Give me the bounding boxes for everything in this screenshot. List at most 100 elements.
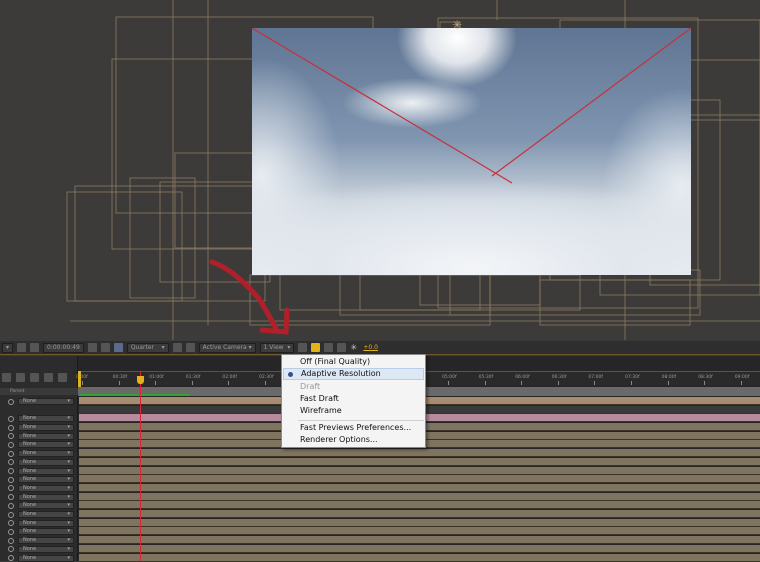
parent-dropdown[interactable]: None (18, 441, 74, 449)
pickwhip-icon[interactable] (8, 468, 14, 474)
exposure-value[interactable]: +0.0 (363, 344, 378, 351)
pickwhip-icon[interactable] (8, 450, 14, 457)
playhead-handle[interactable] (137, 376, 144, 384)
exposure-icon[interactable]: ✳ (350, 343, 359, 352)
toggle-pixel-aspect-icon[interactable] (298, 343, 308, 352)
layer-parent-row: None (8, 493, 74, 501)
magnification-dropdown[interactable]: ▾ (2, 342, 14, 353)
layer-parent-row: None (8, 398, 74, 405)
parent-dropdown[interactable]: None (18, 528, 74, 536)
fast-previews-icon[interactable] (311, 343, 321, 352)
menu-item[interactable]: Adaptive Resolution (283, 368, 424, 380)
parent-dropdown[interactable]: None (18, 502, 74, 510)
menu-item[interactable]: Fast Previews Preferences... (283, 422, 424, 434)
layer-duration-bar[interactable] (79, 553, 760, 562)
pickwhip-icon[interactable] (8, 520, 14, 527)
menu-item[interactable]: Renderer Options... (283, 434, 424, 446)
layer-duration-bar[interactable] (79, 510, 760, 518)
radio-bullet-icon (288, 372, 293, 377)
pickwhip-icon[interactable] (8, 485, 14, 492)
layer-duration-bar[interactable] (79, 466, 760, 475)
timeline-icon[interactable] (324, 343, 334, 352)
parent-dropdown[interactable]: None (18, 458, 74, 466)
pickwhip-icon[interactable] (8, 555, 14, 561)
flowchart-icon[interactable] (337, 343, 347, 352)
composition-viewer[interactable]: ✳ (0, 0, 760, 340)
motion-blur-icon[interactable] (58, 373, 67, 382)
menu-item-label: Fast Previews Preferences... (300, 423, 412, 432)
pickwhip-icon[interactable] (8, 433, 14, 440)
layer-duration-bar[interactable] (79, 544, 760, 553)
ruler-tick: 08:00f (661, 375, 677, 385)
draft-3d-icon[interactable] (16, 373, 25, 382)
layer-parent-row: None (8, 502, 74, 510)
menu-item[interactable]: Wireframe (283, 405, 424, 417)
layer-duration-bar[interactable] (79, 483, 760, 492)
show-snapshot-icon[interactable] (100, 343, 110, 352)
frame-blending-icon[interactable] (44, 373, 53, 382)
view-layout-dropdown[interactable]: 1 View ▾ (259, 342, 295, 353)
region-of-interest-icon[interactable] (172, 343, 182, 352)
menu-item[interactable]: Off (Final Quality) (283, 356, 424, 368)
parent-dropdown[interactable]: None (18, 415, 74, 422)
pickwhip-icon[interactable] (8, 398, 14, 405)
grid-icon[interactable] (17, 343, 27, 352)
parent-dropdown[interactable]: None (18, 467, 74, 475)
parent-dropdown[interactable]: None (18, 545, 74, 553)
parent-dropdown[interactable]: None (18, 511, 74, 518)
layer-parent-row: None (8, 554, 74, 562)
parent-dropdown[interactable]: None (18, 398, 74, 405)
transparency-grid-icon[interactable] (185, 343, 195, 352)
viewer-toolbar: ▾ 0:00:00:49 Quarter ▾ Active Camera ▾ 1… (0, 341, 760, 355)
menu-item-label: Renderer Options... (300, 435, 378, 444)
pickwhip-icon[interactable] (8, 546, 14, 553)
hide-shy-layers-icon[interactable] (30, 373, 39, 382)
mask-visibility-icon[interactable] (30, 343, 40, 352)
light-icon[interactable]: ✳ (452, 18, 462, 32)
layer-duration-bar[interactable] (79, 449, 760, 458)
layer-parent-row: None (8, 458, 74, 466)
pickwhip-icon[interactable] (8, 459, 14, 466)
comp-mini-flowchart-icon[interactable] (2, 373, 11, 382)
fast-previews-menu: Off (Final Quality) Adaptive Resolution Dr… (281, 354, 426, 448)
layer-duration-bar[interactable] (79, 492, 760, 501)
resolution-dropdown[interactable]: Quarter ▾ (126, 342, 169, 353)
parent-dropdown[interactable]: None (18, 432, 74, 440)
menu-item[interactable]: Fast Draft (283, 393, 424, 405)
menu-item: Draft (283, 381, 424, 393)
layer-parent-row: None (8, 467, 74, 475)
parent-dropdown[interactable]: None (18, 476, 74, 484)
pickwhip-icon[interactable] (8, 528, 14, 535)
ruler-tick: 00:30f (112, 375, 128, 385)
layer-duration-bar[interactable] (79, 475, 760, 484)
pickwhip-icon[interactable] (8, 441, 14, 448)
parent-dropdown[interactable]: None (18, 537, 74, 545)
layer-duration-bar[interactable] (79, 527, 760, 536)
current-time-indicator[interactable] (140, 371, 141, 561)
camera-view-dropdown[interactable]: Active Camera ▾ (198, 342, 256, 353)
menu-separator (298, 420, 424, 421)
pickwhip-icon[interactable] (8, 511, 14, 518)
layer-parent-row: None (8, 415, 74, 422)
snapshot-icon[interactable] (87, 343, 97, 352)
parent-dropdown[interactable]: None (18, 424, 74, 431)
parent-dropdown[interactable]: None (18, 484, 74, 492)
pickwhip-icon[interactable] (8, 537, 14, 544)
layer-duration-bar[interactable] (79, 457, 760, 466)
layer-duration-bar[interactable] (79, 501, 760, 510)
layer-duration-bar[interactable] (79, 518, 760, 527)
pickwhip-icon[interactable] (8, 424, 14, 431)
parent-dropdown[interactable]: None (18, 519, 74, 527)
parent-dropdown[interactable]: None (18, 493, 74, 501)
pickwhip-icon[interactable] (8, 502, 14, 509)
pickwhip-icon[interactable] (8, 415, 14, 422)
parent-dropdown[interactable]: None (18, 450, 74, 458)
parent-dropdown[interactable]: None (18, 554, 74, 562)
composition-frame[interactable] (252, 28, 691, 275)
layer-duration-bar[interactable] (79, 536, 760, 545)
pickwhip-icon[interactable] (8, 494, 14, 501)
timecode[interactable]: 0:00:00:49 (43, 342, 84, 353)
pickwhip-icon[interactable] (8, 476, 14, 483)
parent-column-header: Parent (0, 388, 78, 395)
color-channels-icon[interactable] (113, 343, 123, 352)
